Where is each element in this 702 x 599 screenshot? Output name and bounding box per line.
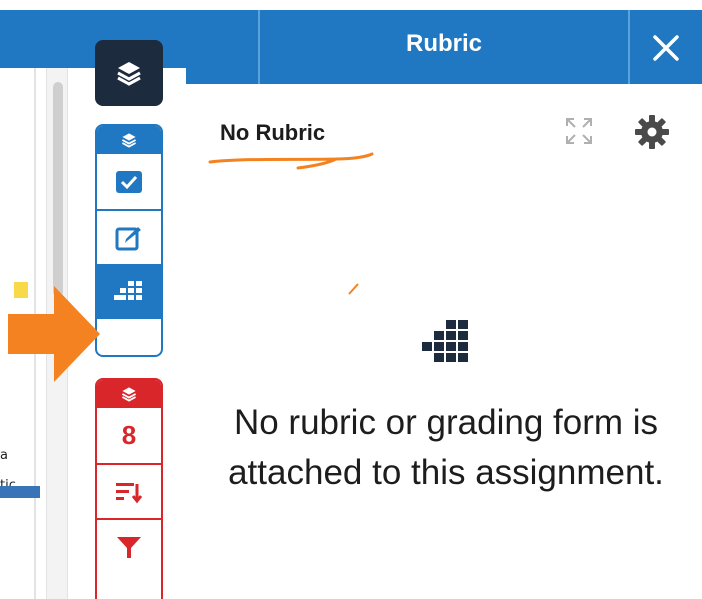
annotation-mark [348, 283, 359, 295]
expand-icon[interactable] [564, 116, 594, 146]
annotation-arrow-icon [8, 286, 100, 382]
close-icon [653, 35, 679, 61]
rubric-selector[interactable]: No Rubric [220, 120, 325, 146]
edit-icon [115, 226, 141, 250]
similarity-tools-group: 8 [95, 378, 163, 599]
quickmark-button[interactable] [97, 154, 161, 209]
filter-icon [117, 536, 141, 558]
grid-icon [114, 280, 142, 300]
rubric-panel: Rubric No Rubric No rubric or grading fo… [186, 10, 702, 599]
layers-icon [117, 62, 141, 86]
sort-button[interactable] [97, 463, 161, 518]
rubric-panel-header: Rubric [186, 10, 702, 84]
document-text-fragment: a [0, 448, 8, 463]
layers-icon [121, 133, 137, 148]
close-button[interactable] [638, 20, 694, 76]
scrollbar-thumb[interactable] [53, 82, 63, 297]
rubric-grid-icon [422, 320, 468, 362]
layers-icon [121, 387, 137, 402]
grading-tools-header[interactable] [97, 126, 161, 154]
feedback-summary-button[interactable] [97, 209, 161, 264]
similarity-tools-header[interactable] [97, 380, 161, 408]
gear-icon[interactable] [634, 114, 670, 150]
similarity-score: 8 [121, 420, 137, 450]
empty-state-message: No rubric or grading form is attached to… [228, 403, 664, 492]
checkbox-icon [116, 170, 142, 193]
annotation-underline [208, 152, 374, 170]
header-divider [258, 10, 260, 84]
document-blue-bar [0, 486, 40, 498]
panel-title: Rubric [405, 30, 482, 57]
sort-icon [116, 482, 143, 503]
filter-button[interactable] [97, 518, 161, 573]
layers-button[interactable] [95, 40, 163, 106]
similarity-score-button[interactable]: 8 [97, 408, 161, 463]
header-divider [628, 10, 630, 84]
